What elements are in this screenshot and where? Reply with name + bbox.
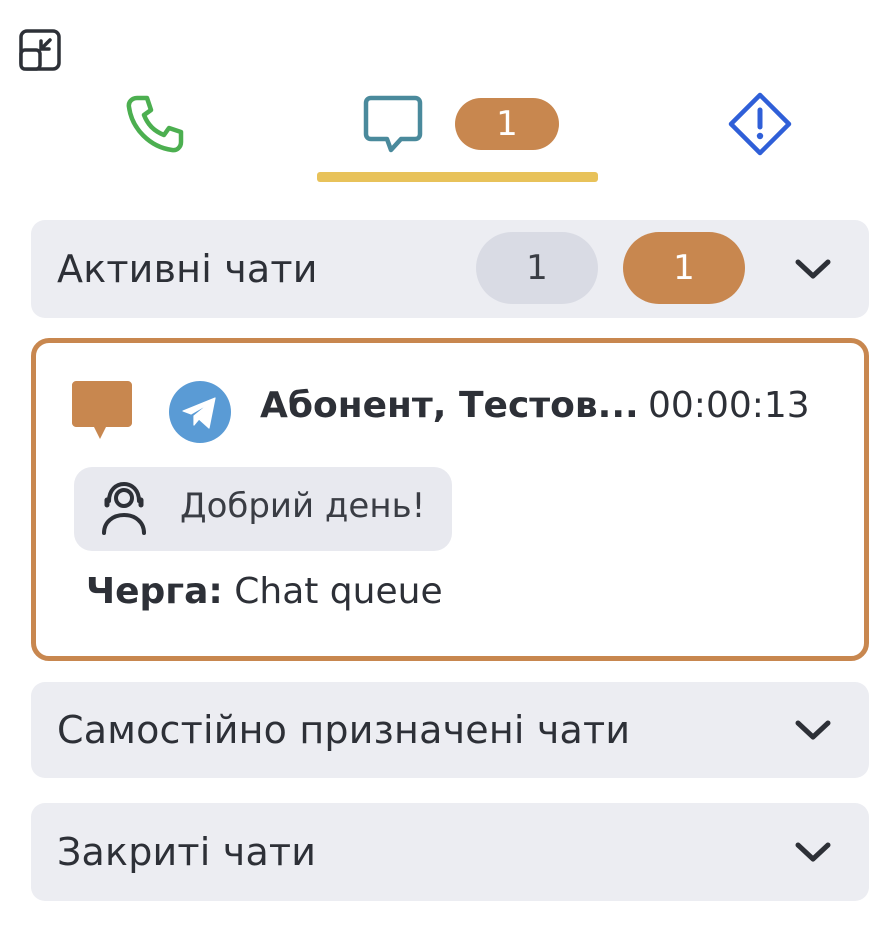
section-self-assigned-chats[interactable]: Самостійно призначені чати xyxy=(31,682,869,778)
alert-diamond-icon xyxy=(728,92,792,156)
queue-label: Черга: xyxy=(86,571,223,612)
section-title: Активні чати xyxy=(57,247,318,291)
chevron-down-icon[interactable] xyxy=(793,717,833,743)
contact-name: Абонент, Тестов... xyxy=(260,385,639,426)
collapse-icon xyxy=(19,29,61,71)
last-message: Добрий день! xyxy=(74,467,452,551)
chevron-down-icon[interactable] xyxy=(793,839,833,865)
queue-value: Chat queue xyxy=(234,571,443,612)
count-badge-orange: 1 xyxy=(623,232,745,304)
tab-calls[interactable] xyxy=(100,84,210,164)
chat-tab-badge: 1 xyxy=(455,98,559,150)
phone-icon xyxy=(126,95,184,153)
section-closed-chats[interactable]: Закриті чати xyxy=(31,803,869,901)
tab-alerts[interactable] xyxy=(700,84,820,164)
agent-headset-icon xyxy=(102,481,146,535)
count-badge-gray: 1 xyxy=(476,232,598,304)
chat-card-header: Абонент, Тестов... 00:00:13 xyxy=(36,375,864,455)
section-title: Закриті чати xyxy=(57,830,317,874)
section-title: Самостійно призначені чати xyxy=(57,708,631,752)
chevron-down-icon[interactable] xyxy=(793,256,833,282)
active-tab-underline xyxy=(317,172,598,182)
message-text: Добрий день! xyxy=(180,486,426,526)
collapse-button[interactable] xyxy=(18,28,62,72)
section-active-chats[interactable]: Активні чати 1 1 xyxy=(31,220,869,318)
chat-timer: 00:00:13 xyxy=(648,385,810,426)
tab-chats[interactable]: 1 xyxy=(330,84,590,164)
chat-status-icon xyxy=(72,381,132,439)
chat-bubble-icon xyxy=(363,95,423,153)
chat-card[interactable]: Абонент, Тестов... 00:00:13 Добрий день!… xyxy=(31,338,869,661)
telegram-icon xyxy=(169,381,231,443)
queue-info: Черга: Chat queue xyxy=(86,571,443,612)
